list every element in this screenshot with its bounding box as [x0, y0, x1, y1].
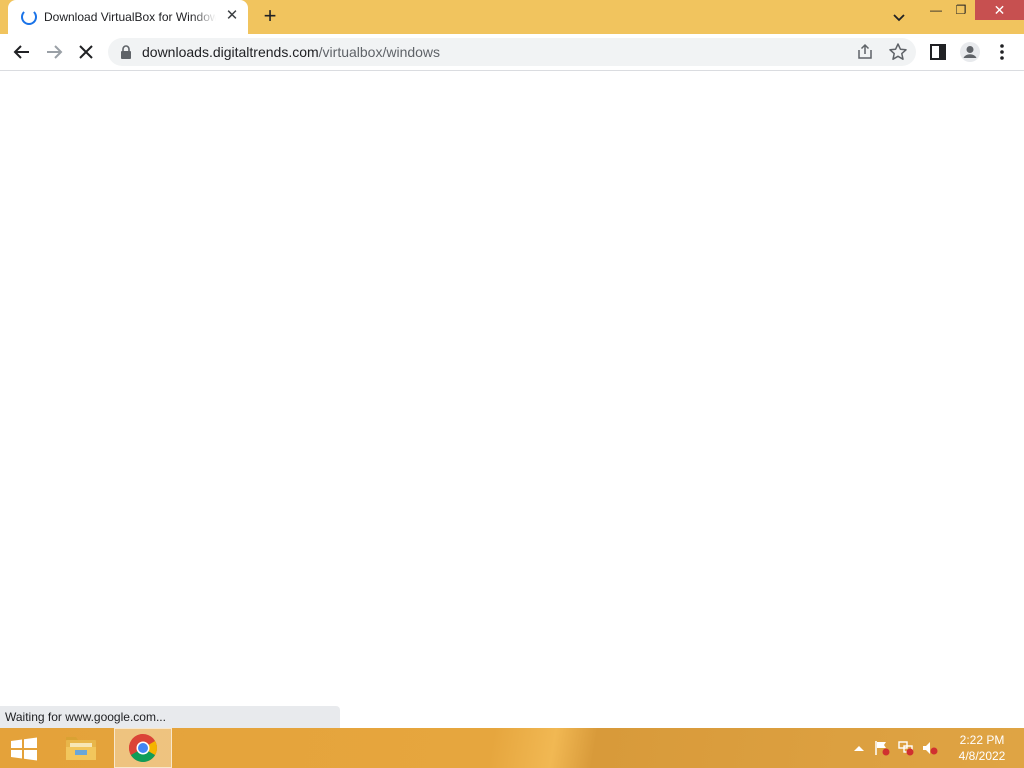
browser-titlebar: Download VirtualBox for Windows ✕ + — ❐ …	[0, 0, 1024, 34]
share-icon[interactable]	[856, 43, 874, 61]
page-content	[0, 71, 1024, 728]
url-path: /virtualbox/windows	[318, 44, 441, 60]
tray-overflow-arrow-icon[interactable]	[850, 740, 868, 756]
folder-icon	[66, 737, 96, 760]
forward-arrow-icon[interactable]	[42, 40, 66, 64]
system-clock[interactable]: 2:22 PM 4/8/2022	[946, 732, 1018, 764]
stop-loading-icon[interactable]	[74, 40, 98, 64]
bookmark-star-icon[interactable]	[888, 42, 908, 62]
loading-spinner-icon	[21, 9, 37, 25]
network-icon[interactable]	[897, 740, 915, 756]
windows-start-icon[interactable]	[8, 736, 40, 762]
side-panel-icon[interactable]	[926, 40, 950, 64]
chrome-icon	[129, 734, 157, 762]
menu-kebab-icon[interactable]	[990, 40, 1014, 64]
address-bar[interactable]: downloads.digitaltrends.com/virtualbox/w…	[108, 38, 916, 66]
status-bubble: Waiting for www.google.com...	[0, 706, 340, 728]
url-host: downloads.digitaltrends.com	[142, 44, 319, 60]
taskbar-file-explorer[interactable]	[52, 728, 110, 768]
back-arrow-icon[interactable]	[10, 40, 34, 64]
browser-toolbar: downloads.digitaltrends.com/virtualbox/w…	[0, 34, 1024, 71]
windows-taskbar: 2:22 PM 4/8/2022	[0, 728, 1024, 768]
volume-muted-icon[interactable]	[921, 740, 939, 756]
url-text[interactable]: downloads.digitaltrends.com/virtualbox/w…	[142, 44, 440, 60]
window-maximize-button[interactable]: ❐	[944, 0, 978, 20]
tab-close-button[interactable]: ✕	[224, 8, 240, 24]
tab-active[interactable]: Download VirtualBox for Windows ✕	[8, 0, 248, 34]
action-center-flag-icon[interactable]	[873, 740, 891, 756]
taskbar-chrome[interactable]	[114, 728, 172, 768]
clock-time: 2:22 PM	[959, 733, 1005, 747]
lock-icon[interactable]	[120, 45, 132, 59]
clock-date: 4/8/2022	[958, 749, 1006, 763]
tab-search-chevron-icon[interactable]	[889, 7, 909, 27]
tab-title: Download VirtualBox for Windows	[44, 10, 216, 24]
window-close-button[interactable]: ✕	[975, 0, 1024, 20]
profile-avatar-icon[interactable]	[958, 40, 982, 64]
new-tab-button[interactable]: +	[258, 4, 282, 28]
